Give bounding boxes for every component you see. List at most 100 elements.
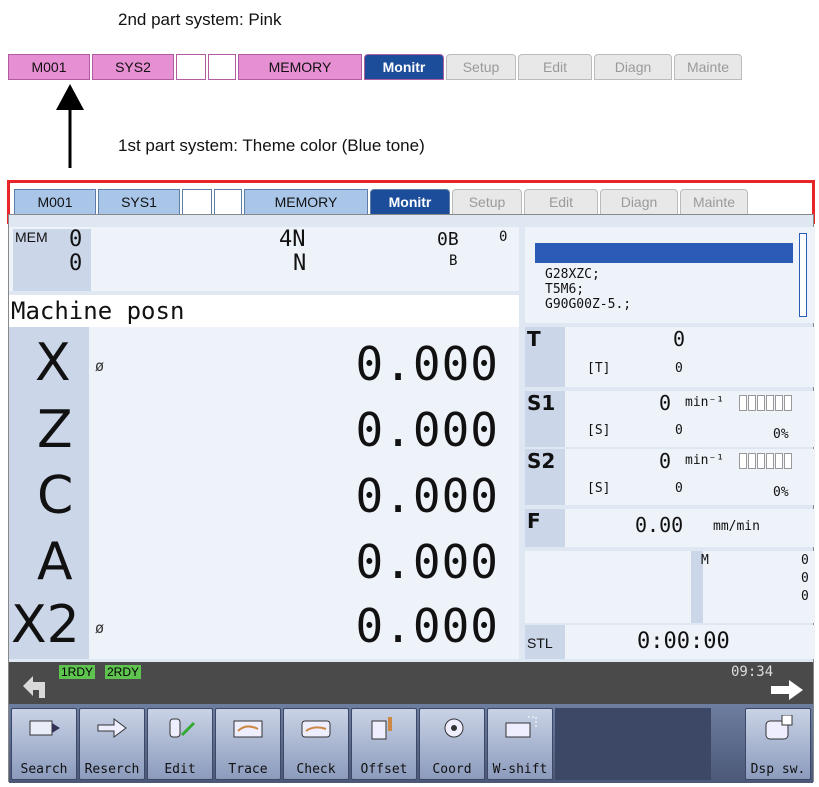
tool-sub-value: 0: [675, 361, 683, 376]
stl-label: STL: [527, 635, 553, 651]
pink-tab-edit[interactable]: Edit: [518, 54, 592, 80]
softkey-w-shift[interactable]: W-shift: [487, 708, 553, 780]
pink-tab-mainte[interactable]: Mainte: [674, 54, 742, 80]
spindle2-value: 0: [659, 449, 672, 473]
stl-panel: STL 0:00:00: [525, 625, 815, 659]
blue-tab-diagn[interactable]: Diagn: [600, 189, 678, 215]
spindle1-sub-label: [S]: [587, 423, 611, 438]
program-line-1: G28XZC;: [545, 267, 600, 282]
spindle2-load: 0%: [773, 485, 789, 500]
feed-panel: F 0.00 mm/min: [525, 509, 815, 547]
program-lines-panel: G28XZC; T5M6; G90G00Z-5.;: [525, 227, 815, 323]
softkey-edit[interactable]: Edit: [147, 708, 213, 780]
spindle1-sub-value: 0: [675, 423, 683, 438]
softkey-search[interactable]: Search: [11, 708, 77, 780]
caption-second-system: 2nd part system: Pink: [118, 10, 282, 29]
coordinate-icon: [444, 718, 464, 738]
up-arrow-icon: [56, 84, 84, 168]
research-icon: [97, 718, 127, 738]
forward-arrow-icon[interactable]: [769, 678, 805, 702]
softkey-display-switch[interactable]: Dsp sw.: [745, 708, 811, 780]
spindle2-sub-value: 0: [675, 481, 683, 496]
spindle1-panel: S1 0 min⁻¹ [S] 0 0%: [525, 391, 815, 447]
softkey-coord[interactable]: Coord: [419, 708, 485, 780]
blue-blank-1: [182, 189, 212, 215]
search-icon: [29, 720, 60, 736]
axis-x-diameter: ø: [95, 357, 105, 375]
mcode-value-2: 0: [801, 571, 809, 586]
softkey-offset-label: Offset: [360, 762, 408, 777]
blue-mode: M001: [14, 189, 96, 215]
pink-status-bar: M001 SYS2 MEMORY Monitr Setup Edit Diagn…: [8, 54, 804, 80]
current-block-highlight: [535, 243, 793, 263]
program-line-2: T5M6;: [545, 282, 585, 297]
softkey-edit-label: Edit: [164, 762, 196, 777]
pink-tab-setup[interactable]: Setup: [446, 54, 516, 80]
spindle2-load-meter: [739, 453, 792, 469]
mcode-panel: M 0 0 0: [525, 551, 815, 623]
axis-x2-value: 0.000: [355, 599, 499, 653]
hand-edit-icon: [169, 718, 196, 738]
rdy-2: 2RDY: [105, 665, 142, 679]
blue-sys[interactable]: SYS1: [98, 189, 180, 215]
axis-a-value: 0.000: [355, 535, 499, 589]
blue-tab-mainte[interactable]: Mainte: [680, 189, 748, 215]
axis-c-value: 0.000: [355, 469, 499, 523]
nc-monitor-screen: MEM 0 0 4N N 0B B 0 G28XZC; T5M6; G90G00…: [8, 214, 815, 783]
axis-z-value: 0.000: [355, 403, 499, 457]
spindle1-load-meter: [739, 395, 792, 411]
feed-unit: mm/min: [713, 519, 760, 534]
softkey-trace[interactable]: Trace: [215, 708, 281, 780]
stl-value: 0:00:00: [637, 629, 730, 654]
axis-z-label: Z: [37, 400, 73, 460]
blue-op-mode: MEMORY: [244, 189, 368, 215]
program-n-1: 4N: [279, 227, 306, 252]
position-title: Machine posn: [9, 295, 519, 327]
program-o-1: 0: [69, 227, 83, 252]
feed-value: 0.00: [635, 513, 684, 537]
mcode-value-1: 0: [801, 553, 809, 568]
softkey-trace-label: Trace: [228, 762, 268, 777]
mcode-value-3: 0: [801, 589, 809, 604]
softkey-offset[interactable]: Offset: [351, 708, 417, 780]
softkey-search-label: Search: [20, 762, 68, 777]
blue-tab-monitor[interactable]: Monitr: [370, 189, 450, 215]
blue-tab-setup[interactable]: Setup: [452, 189, 522, 215]
spindle2-panel: S2 0 min⁻¹ [S] 0 0%: [525, 449, 815, 505]
mcode-label: M: [701, 553, 709, 568]
spindle1-unit: min⁻¹: [685, 395, 725, 410]
axis-x-value: 0.000: [355, 337, 499, 391]
spindle1-load: 0%: [773, 427, 789, 442]
softkey-w-shift-label: W-shift: [492, 762, 548, 777]
axis-x2-label: X2: [11, 595, 80, 655]
softkey-bar: Search Reserch Edit Trace Check Offset C…: [9, 704, 813, 783]
axis-x-label: X: [35, 333, 71, 393]
tool-label: T: [527, 327, 541, 351]
pink-tab-diagn[interactable]: Diagn: [594, 54, 672, 80]
program-scrollbar[interactable]: [799, 233, 807, 317]
spindle2-label: S2: [527, 449, 556, 473]
softkey-reserch[interactable]: Reserch: [79, 708, 145, 780]
caption-first-system: 1st part system: Theme color (Blue tone): [118, 136, 425, 155]
back-arrow-icon[interactable]: [19, 670, 49, 700]
spindle2-unit: min⁻¹: [685, 453, 725, 468]
blue-blank-2: [214, 189, 242, 215]
pink-sys[interactable]: SYS2: [92, 54, 174, 80]
spindle1-value: 0: [659, 391, 672, 415]
pink-tab-monitor[interactable]: Monitr: [364, 54, 444, 80]
program-line-3: G90G00Z-5.;: [545, 297, 632, 312]
feed-label: F: [527, 509, 541, 533]
program-header: MEM 0 0 4N N 0B B 0: [9, 227, 519, 291]
work-shift-icon: [505, 716, 537, 738]
spindle1-label: S1: [527, 391, 556, 415]
rdy-1: 1RDY: [59, 665, 96, 679]
program-n-2: N: [293, 251, 307, 276]
pink-mode: M001: [8, 54, 90, 80]
program-b-2: B: [449, 253, 458, 269]
blue-tab-edit[interactable]: Edit: [524, 189, 598, 215]
tool-offset-icon: [371, 717, 392, 740]
clock: 09:34: [731, 664, 774, 680]
axis-a-label: A: [37, 532, 73, 592]
axis-c-label: C: [37, 466, 74, 526]
softkey-check[interactable]: Check: [283, 708, 349, 780]
